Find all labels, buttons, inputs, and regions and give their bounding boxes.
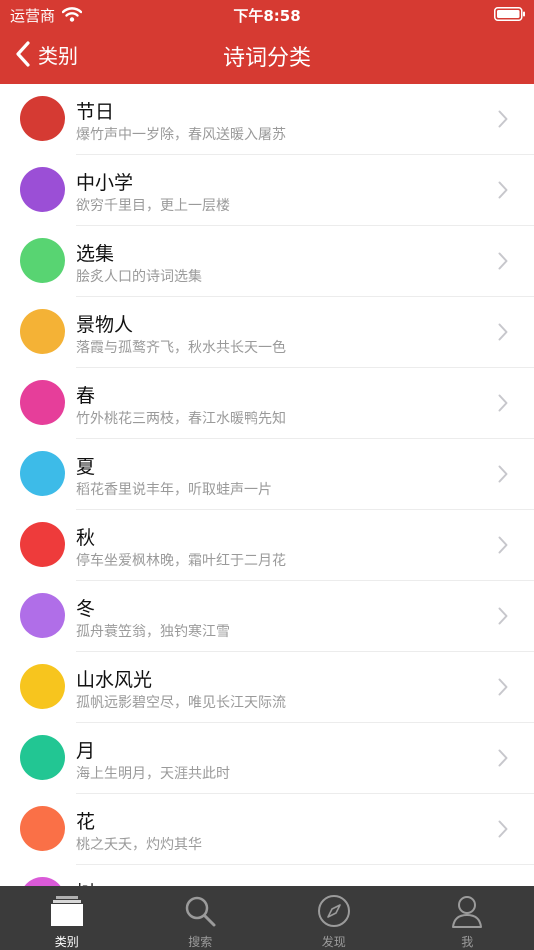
chevron-right-icon (498, 110, 508, 128)
profile-icon (452, 896, 483, 928)
category-title: 春 (76, 385, 96, 407)
chevron-right-icon (498, 536, 508, 554)
chevron-right-icon (498, 252, 508, 270)
category-subtitle: 稻花香里说丰年，听取蛙声一片 (76, 482, 272, 498)
category-subtitle: 停车坐爱枫林晚，霜叶红于二月花 (76, 553, 286, 569)
status-time: 下午8:58 (233, 7, 301, 25)
category-subtitle: 落霞与孤鹜齐飞，秋水共长天一色 (76, 340, 286, 356)
chevron-right-icon (498, 465, 508, 483)
chevron-right-icon (498, 678, 508, 696)
category-icon (50, 896, 83, 926)
chevron-right-icon (498, 181, 508, 199)
category-row[interactable]: 树 (0, 865, 534, 886)
category-color-dot (20, 96, 65, 141)
tab-label: 我 (461, 935, 474, 949)
category-title: 选集 (76, 243, 115, 265)
category-title: 秋 (76, 527, 96, 549)
tab-profile[interactable]: 我 (401, 886, 534, 950)
tab-search[interactable]: 搜索 (134, 886, 268, 950)
category-color-dot (20, 380, 65, 425)
category-row[interactable]: 春竹外桃花三两枝，春江水暖鸭先知 (0, 368, 534, 439)
category-color-dot (20, 522, 65, 567)
category-color-dot (20, 877, 65, 886)
category-color-dot (20, 167, 65, 212)
chevron-right-icon (498, 820, 508, 838)
category-row[interactable]: 山水风光孤帆远影碧空尽，唯见长江天际流 (0, 652, 534, 723)
category-color-dot (20, 735, 65, 780)
category-color-dot (20, 238, 65, 283)
category-row[interactable]: 月海上生明月，天涯共此时 (0, 723, 534, 794)
page-title: 诗词分类 (222, 46, 311, 71)
category-subtitle: 欲穷千里目，更上一层楼 (76, 198, 230, 214)
category-color-dot (20, 664, 65, 709)
navigation-bar: 类别 诗词分类 (0, 28, 534, 84)
category-subtitle: 爆竹声中一岁除，春风送暖入屠苏 (76, 127, 286, 143)
tab-label: 搜索 (188, 935, 213, 949)
tab-compass[interactable]: 发现 (267, 886, 401, 950)
category-subtitle: 孤舟蓑笠翁，独钓寒江雪 (76, 624, 230, 640)
tab-category[interactable]: 类别 (0, 886, 134, 950)
chevron-right-icon (498, 607, 508, 625)
tab-label: 类别 (54, 935, 79, 949)
category-color-dot (20, 806, 65, 851)
category-title: 中小学 (76, 172, 134, 194)
chevron-right-icon (498, 394, 508, 412)
category-color-dot (20, 309, 65, 354)
category-subtitle: 桃之夭夭，灼灼其华 (76, 837, 202, 853)
category-color-dot (20, 593, 65, 638)
tab-label: 发现 (321, 935, 346, 949)
category-title: 山水风光 (76, 669, 153, 691)
category-list: 节日爆竹声中一岁除，春风送暖入屠苏中小学欲穷千里目，更上一层楼选集脍炙人口的诗词… (0, 84, 534, 886)
category-row[interactable]: 选集脍炙人口的诗词选集 (0, 226, 534, 297)
category-subtitle: 海上生明月，天涯共此时 (76, 766, 230, 782)
category-subtitle: 孤帆远影碧空尽，唯见长江天际流 (76, 695, 286, 711)
category-title: 夏 (76, 456, 96, 478)
category-row[interactable]: 夏稻花香里说丰年，听取蛙声一片 (0, 439, 534, 510)
category-title: 景物人 (76, 314, 134, 336)
category-row[interactable]: 景物人落霞与孤鹜齐飞，秋水共长天一色 (0, 297, 534, 368)
battery-icon (494, 7, 525, 21)
compass-icon (317, 895, 350, 927)
category-title: 月 (76, 740, 96, 762)
category-subtitle: 脍炙人口的诗词选集 (76, 269, 202, 285)
category-row[interactable]: 节日爆竹声中一岁除，春风送暖入屠苏 (0, 84, 534, 155)
tab-bar: 类别 搜索 发现 我 (0, 886, 534, 950)
category-title: 树 (76, 878, 95, 886)
category-title: 节日 (76, 101, 115, 123)
chevron-right-icon (498, 749, 508, 767)
chevron-right-icon (498, 323, 508, 341)
status-bar: 运营商 下午8:58 (0, 0, 534, 28)
category-title: 花 (76, 811, 96, 833)
category-title: 冬 (76, 598, 96, 620)
header: 运营商 下午8:58 类别 诗词分类 (0, 0, 534, 84)
category-row[interactable]: 秋停车坐爱枫林晚，霜叶红于二月花 (0, 510, 534, 581)
category-subtitle: 竹外桃花三两枝，春江水暖鸭先知 (76, 411, 286, 427)
category-row[interactable]: 花桃之夭夭，灼灼其华 (0, 794, 534, 865)
search-icon (186, 896, 216, 927)
category-row[interactable]: 中小学欲穷千里目，更上一层楼 (0, 155, 534, 226)
category-color-dot (20, 451, 65, 496)
category-row[interactable]: 冬孤舟蓑笠翁，独钓寒江雪 (0, 581, 534, 652)
